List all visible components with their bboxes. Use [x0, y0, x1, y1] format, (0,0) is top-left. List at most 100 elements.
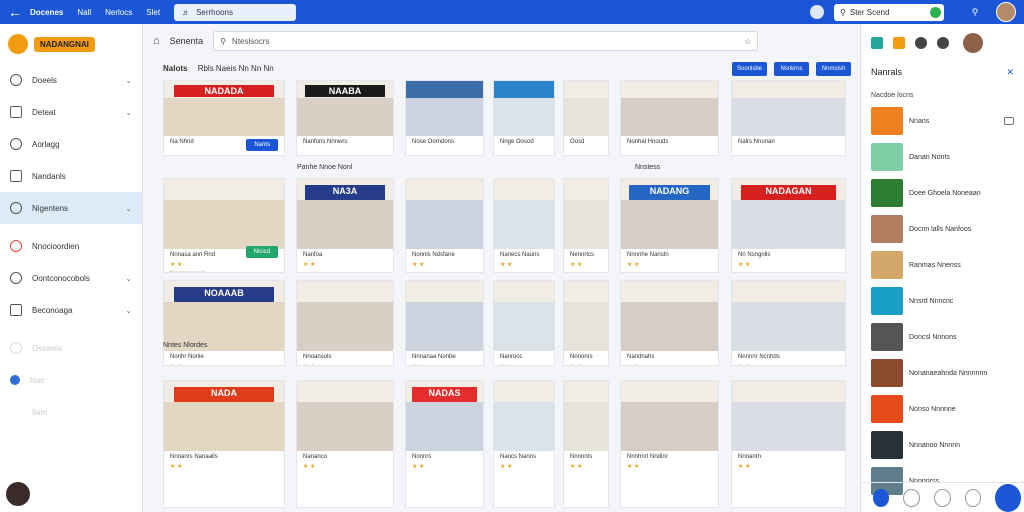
- panel-list-item[interactable]: Nnnanoo Nnnnn: [861, 427, 1024, 463]
- bug-icon[interactable]: [915, 37, 927, 49]
- store-photo[interactable]: NADADA: [164, 81, 284, 136]
- panel-list-item[interactable]: Danan Nonts: [861, 139, 1024, 175]
- search-input[interactable]: ⚲ Nteslsocrs ☆: [213, 31, 759, 51]
- panel-list-item[interactable]: Nonanaeahnda Nnnnnnn: [861, 355, 1024, 391]
- store-photo[interactable]: NAABA: [297, 81, 393, 136]
- store-photo[interactable]: NADANG: [621, 179, 718, 249]
- store-card[interactable]: Nennrtcs ★ ★: [563, 178, 609, 273]
- store-card[interactable]: NAABA Nanfons Nnnwrs: [296, 80, 394, 156]
- card-action-button[interactable]: Nants: [246, 139, 278, 151]
- panel-list-item[interactable]: Docnn lalls Nanfoos: [861, 211, 1024, 247]
- star-icon[interactable]: ☆: [744, 37, 751, 46]
- breadcrumb-label[interactable]: Senenta: [170, 36, 204, 46]
- panel-list-item[interactable]: Doee Ghoela Noneaan: [861, 175, 1024, 211]
- store-photo[interactable]: [732, 281, 845, 351]
- home-icon[interactable]: ⌂: [153, 35, 160, 47]
- tab-1[interactable]: Nall: [77, 8, 91, 17]
- sidebar-item-10[interactable]: Ilam: [0, 396, 142, 428]
- tab-3[interactable]: Slet: [146, 8, 160, 17]
- sidebar-item-4[interactable]: Nigentens ⌄: [0, 192, 142, 224]
- share-icon[interactable]: [934, 488, 951, 507]
- store-card[interactable]: Nananco ★ ★: [296, 380, 394, 508]
- go-icon[interactable]: [930, 6, 941, 18]
- store-card[interactable]: NADA Nnnanrs Nanaalls ★ ★: [163, 380, 285, 508]
- back-arrow-icon[interactable]: ←: [0, 4, 30, 20]
- add-button[interactable]: [995, 483, 1021, 512]
- store-photo[interactable]: [564, 281, 608, 351]
- sidebar-item-5[interactable]: Nnocioordien: [0, 230, 142, 262]
- app-icon[interactable]: [871, 37, 883, 49]
- store-card[interactable]: Nanecs Nauns ★ ★: [493, 178, 555, 273]
- tab-0[interactable]: Docenes: [30, 8, 63, 17]
- close-icon[interactable]: ✕: [1006, 67, 1014, 78]
- store-photo[interactable]: [564, 179, 608, 249]
- store-card[interactable]: Nose Oorndons: [405, 80, 484, 156]
- panel-list-item[interactable]: Nnsrd Nnncnc: [861, 283, 1024, 319]
- folder-icon[interactable]: [893, 37, 905, 49]
- store-photo[interactable]: [564, 81, 608, 136]
- home-icon[interactable]: [873, 488, 890, 507]
- store-card[interactable]: Nanrocc ★ ★: [493, 280, 555, 366]
- store-photo[interactable]: [406, 81, 483, 136]
- sidebar-item-9[interactable]: Nan: [0, 364, 142, 396]
- store-card[interactable]: Nnge Oosod: [493, 80, 555, 156]
- refresh-icon[interactable]: [964, 488, 982, 507]
- store-photo[interactable]: [621, 381, 718, 451]
- sidebar-item-2[interactable]: Aorlagg: [0, 128, 142, 160]
- store-card[interactable]: Nnnonrs ★ ★: [563, 280, 609, 366]
- store-card[interactable]: Nnnnnr Ncnhds ★ ★: [731, 280, 846, 366]
- avatar[interactable]: [963, 33, 983, 53]
- store-card[interactable]: Nnnasa ann Rnd★ ★NnonsnoocmNlcicd: [163, 178, 285, 273]
- tab-2[interactable]: Nerlocs: [105, 8, 132, 17]
- sidebar-item-1[interactable]: Deteat ⌄: [0, 96, 142, 128]
- store-card[interactable]: NA3A Nanfoa ★ ★: [296, 178, 394, 273]
- store-photo[interactable]: NOAAAB: [164, 281, 284, 351]
- sidebar-item-8[interactable]: Ossieels: [0, 332, 142, 364]
- action-button-0[interactable]: Soonlsbe: [732, 62, 767, 76]
- store-card[interactable]: NADADA Na Nhnd Nants: [163, 80, 285, 156]
- store-photo[interactable]: [494, 281, 554, 351]
- store-photo[interactable]: [732, 381, 845, 451]
- store-photo[interactable]: [164, 179, 284, 249]
- search-icon[interactable]: ⚲: [966, 7, 984, 18]
- store-photo[interactable]: [732, 81, 845, 136]
- store-card[interactable]: Nnoansols ★ ★: [296, 280, 394, 366]
- store-photo[interactable]: [406, 179, 483, 249]
- store-card[interactable]: Nnnanaa Nonbe ★ ★: [405, 280, 484, 366]
- store-card[interactable]: NADANG Nnnnhe Nanstn ★ ★: [620, 178, 719, 273]
- location-icon[interactable]: [810, 5, 824, 19]
- store-card[interactable]: Oosd: [563, 80, 609, 156]
- store-card[interactable]: NOAAAB Nonhr Nonle ★ ★: [163, 280, 285, 366]
- settings-icon[interactable]: [6, 482, 30, 506]
- store-photo[interactable]: [297, 381, 393, 451]
- store-card[interactable]: Nnnhnrt Nndinr ★ ★: [620, 380, 719, 508]
- store-card[interactable]: Nonhal Hnouds: [620, 80, 719, 156]
- store-card[interactable]: Nonnls Ndsfane ★ ★: [405, 178, 484, 273]
- store-card[interactable]: Nancs Nanns ★ ★: [493, 380, 555, 508]
- sidebar-item-3[interactable]: Nandanls: [0, 160, 142, 192]
- store-photo[interactable]: NADA: [164, 381, 284, 451]
- store-card[interactable]: Nalrs Nnunan: [731, 80, 846, 156]
- panel-list-item[interactable]: Doncsl Nnnons: [861, 319, 1024, 355]
- action-button-1[interactable]: Nsnkrns: [774, 62, 809, 76]
- sidebar-item-6[interactable]: Oontconocobols ⌄: [0, 262, 142, 294]
- address-bar[interactable]: ♬ Serrhoons: [174, 3, 297, 21]
- store-photo[interactable]: [494, 179, 554, 249]
- store-photo[interactable]: [297, 281, 393, 351]
- store-photo[interactable]: [621, 81, 718, 136]
- action-button-2[interactable]: Nnmslsh: [816, 62, 851, 76]
- bookmark-icon[interactable]: [903, 488, 921, 507]
- store-photo[interactable]: NA3A: [297, 179, 393, 249]
- sidebar-item-0[interactable]: Doeels ⌄: [0, 64, 142, 96]
- store-photo[interactable]: NADAS: [406, 381, 483, 451]
- store-photo[interactable]: [406, 281, 483, 351]
- avatar[interactable]: [996, 2, 1016, 22]
- panel-list-item[interactable]: Nonso Nnnnne: [861, 391, 1024, 427]
- store-photo[interactable]: [494, 81, 554, 136]
- store-card[interactable]: NADAS Nonnrs ★ ★: [405, 380, 484, 508]
- store-photo[interactable]: [564, 381, 608, 451]
- store-card[interactable]: NADAGAN Nn Nsngnlls ★ ★: [731, 178, 846, 273]
- card-action-button[interactable]: Nlcicd: [245, 246, 278, 258]
- store-card[interactable]: Nnnanrn ★ ★: [731, 380, 846, 508]
- panel-list-item[interactable]: Ranmas Nnenss: [861, 247, 1024, 283]
